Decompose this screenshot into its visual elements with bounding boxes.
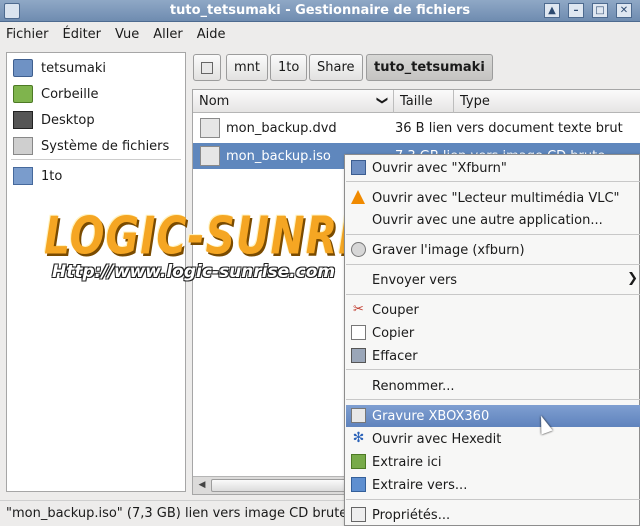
path-button-current[interactable]: tuto_tetsumaki xyxy=(366,54,493,81)
menu-item-label: Extraire vers... xyxy=(372,477,468,493)
status-text: "mon_backup.iso" (7,3 GB) lien vers imag… xyxy=(6,506,348,521)
path-button-mnt[interactable]: mnt xyxy=(226,54,268,81)
close-button[interactable]: ✕ xyxy=(616,3,632,18)
sidebar-item-label: Desktop xyxy=(41,112,95,128)
file-name: mon_backup.dvd xyxy=(226,120,337,136)
menu-separator xyxy=(346,399,640,400)
filesystem-icon xyxy=(13,137,33,155)
sort-arrow-icon: ❯ xyxy=(375,95,389,106)
file-link-icon xyxy=(200,118,220,138)
path-root-button[interactable] xyxy=(193,54,221,81)
menubar: Fichier Éditer Vue Aller Aide xyxy=(0,22,640,46)
sidebar-item-corbeille[interactable]: Corbeille xyxy=(13,83,98,105)
submenu-arrow-icon: ❯ xyxy=(627,271,638,286)
menu-item-label: Couper xyxy=(372,302,419,318)
properties-icon xyxy=(351,507,366,522)
menu-item-properties[interactable]: Propriétés... xyxy=(346,504,640,526)
menu-item-label: Copier xyxy=(372,325,415,341)
sidebar-item-1to[interactable]: 1to xyxy=(13,165,62,187)
menu-item-open-xfburn[interactable]: Ouvrir avec "Xfburn" xyxy=(346,157,640,179)
sidebar-item-label: Système de fichiers xyxy=(41,138,170,154)
shade-button[interactable]: ▲ xyxy=(544,3,560,18)
menu-item-cut[interactable]: ✂ Couper xyxy=(346,299,640,321)
menu-separator xyxy=(346,234,640,235)
menu-vue[interactable]: Vue xyxy=(115,27,139,42)
menu-item-open-vlc[interactable]: Ouvrir avec "Lecteur multimédia VLC" xyxy=(346,187,640,209)
sidebar-item-label: 1to xyxy=(41,168,63,184)
menu-editer[interactable]: Éditer xyxy=(63,27,102,42)
maximize-button[interactable]: □ xyxy=(592,3,608,18)
menu-item-label: Ouvrir avec "Lecteur multimédia VLC" xyxy=(372,190,620,206)
archive-icon xyxy=(351,454,366,469)
scroll-left-button[interactable]: ◀ xyxy=(195,479,209,492)
menu-aller[interactable]: Aller xyxy=(153,27,182,42)
delete-icon xyxy=(351,348,366,363)
menu-fichier[interactable]: Fichier xyxy=(6,27,49,42)
sidebar-item-label: tetsumaki xyxy=(41,60,106,76)
menu-separator xyxy=(346,499,640,500)
home-folder-icon xyxy=(13,59,33,77)
menu-item-label: Gravure XBOX360 xyxy=(372,408,490,424)
menu-item-send-to[interactable]: Envoyer vers ❯ xyxy=(346,269,640,291)
scissors-icon: ✂ xyxy=(353,302,364,317)
column-header-nom[interactable]: Nom ❯ xyxy=(193,90,394,113)
sidebar-item-label: Corbeille xyxy=(41,86,99,102)
menu-item-extract-here[interactable]: Extraire ici xyxy=(346,451,640,473)
path-button-1to[interactable]: 1to xyxy=(270,54,308,81)
column-label: Taille xyxy=(400,93,433,109)
minimize-button[interactable]: – xyxy=(568,3,584,18)
window-titlebar[interactable]: tuto_tetsumaki - Gestionnaire de fichier… xyxy=(0,0,640,22)
menu-separator xyxy=(346,294,640,295)
menu-separator xyxy=(346,369,640,370)
menu-item-delete[interactable]: Effacer xyxy=(346,345,640,367)
folder-icon xyxy=(13,167,33,185)
drive-icon xyxy=(201,61,213,74)
window-title: tuto_tetsumaki - Gestionnaire de fichier… xyxy=(169,3,471,18)
gear-icon: ✻ xyxy=(352,430,365,446)
sidebar-item-filesystem[interactable]: Système de fichiers xyxy=(13,135,169,157)
sidebar-item-desktop[interactable]: Desktop xyxy=(13,109,95,131)
menu-item-copy[interactable]: Copier xyxy=(346,322,640,344)
column-label: Nom xyxy=(199,93,230,109)
app-icon[interactable] xyxy=(4,3,20,19)
menu-separator xyxy=(346,181,640,182)
menu-item-extract-to[interactable]: Extraire vers... xyxy=(346,474,640,496)
drive-icon xyxy=(351,408,366,423)
archive-globe-icon xyxy=(351,477,366,492)
menu-item-label: Ouvrir avec Hexedit xyxy=(372,431,502,447)
menu-item-burn-image[interactable]: Graver l'image (xfburn) xyxy=(346,239,640,261)
disc-icon xyxy=(351,242,366,257)
column-header-taille[interactable]: Taille xyxy=(394,90,454,113)
menu-item-open-other[interactable]: Ouvrir avec une autre application... xyxy=(346,209,640,231)
menu-item-label: Extraire ici xyxy=(372,454,442,470)
menu-separator xyxy=(346,264,640,265)
context-menu: Ouvrir avec "Xfburn" Ouvrir avec "Lecteu… xyxy=(344,154,640,526)
menu-item-label: Envoyer vers xyxy=(372,272,458,288)
column-label: Type xyxy=(460,93,490,109)
menu-item-label: Propriétés... xyxy=(372,507,451,523)
file-row[interactable]: mon_backup.dvd 36 B lien vers document t… xyxy=(193,115,640,141)
menu-item-rename[interactable]: Renommer... xyxy=(346,375,640,397)
file-size-type: 36 B lien vers document texte brut xyxy=(395,120,623,136)
menu-item-label: Renommer... xyxy=(372,378,455,394)
file-link-icon xyxy=(200,146,220,166)
path-button-share[interactable]: Share xyxy=(309,54,363,81)
copy-icon xyxy=(351,325,366,340)
menu-item-hexedit[interactable]: ✻ Ouvrir avec Hexedit xyxy=(346,428,640,450)
menu-item-label: Graver l'image (xfburn) xyxy=(372,242,525,258)
sidebar-divider xyxy=(11,159,181,160)
desktop-icon xyxy=(13,111,33,129)
menu-aide[interactable]: Aide xyxy=(197,27,226,42)
xfburn-icon xyxy=(351,160,366,175)
sidebar-item-tetsumaki[interactable]: tetsumaki xyxy=(13,57,106,79)
vlc-icon xyxy=(351,190,365,204)
menu-item-xbox360-burn[interactable]: Gravure XBOX360 xyxy=(346,405,640,427)
menu-item-label: Ouvrir avec une autre application... xyxy=(372,212,603,228)
menu-item-label: Effacer xyxy=(372,348,418,364)
column-header-type[interactable]: Type xyxy=(454,90,640,113)
menu-item-label: Ouvrir avec "Xfburn" xyxy=(372,160,507,176)
trash-icon xyxy=(13,85,33,103)
